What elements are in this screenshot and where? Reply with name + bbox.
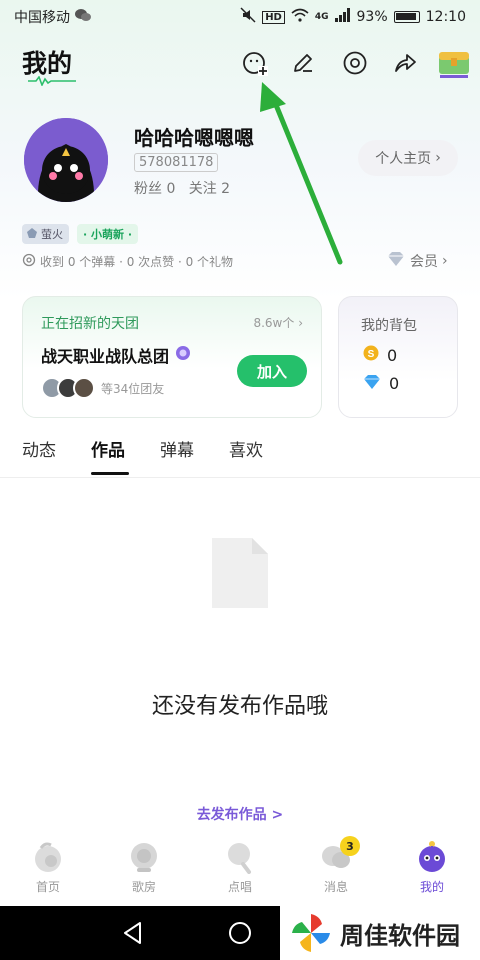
chevron-right-icon: ›: [298, 316, 303, 330]
title-wave-decoration: [28, 76, 76, 86]
empty-message: 还没有发布作品哦: [151, 694, 328, 719]
firefly-icon: [26, 227, 38, 242]
group-name-row: 战天职业战队总团: [41, 343, 191, 367]
group-name: 战天职业战队总团: [41, 347, 170, 366]
clock: 12:10: [425, 9, 466, 25]
watermark-logo-icon: [292, 914, 330, 952]
diamond-row: 0: [363, 374, 399, 393]
my-bag-card[interactable]: 我的背包 S 0 0: [338, 296, 458, 418]
group-level-icon: [175, 345, 191, 365]
level-badge-label: 萤火: [41, 228, 63, 241]
newbie-badge[interactable]: · 小萌新 ·: [77, 224, 139, 244]
chevron-right-icon: ›: [435, 150, 441, 166]
blue-diamond-icon: [363, 374, 381, 393]
coin-row: S 0: [363, 345, 397, 365]
following-count[interactable]: 关注 2: [189, 181, 230, 197]
share-icon[interactable]: [390, 48, 420, 78]
join-button[interactable]: 加入: [237, 355, 307, 387]
home-circle-icon[interactable]: [227, 920, 253, 946]
vip-label: 会员: [410, 254, 438, 270]
publish-works-link[interactable]: 去发布作品 >: [0, 804, 480, 824]
status-bar: 中国移动 HD 4G 93% 12:10: [0, 0, 480, 34]
content-tabs: 动态 作品 弹幕 喜欢: [0, 432, 480, 478]
svg-text:S: S: [368, 349, 375, 360]
mute-icon: [240, 7, 256, 27]
edit-icon[interactable]: [288, 48, 318, 78]
battery-icon: [393, 11, 420, 23]
nav-request-song[interactable]: 点唱: [200, 840, 280, 895]
treasure-chest-icon[interactable]: [436, 44, 472, 80]
group-count-label: 8.6w个: [253, 316, 295, 330]
diamond-count: 0: [389, 374, 400, 393]
song-room-icon: [131, 843, 157, 872]
group-members: 等34位团友: [41, 377, 164, 399]
homepage-button-label: 个人主页: [375, 151, 432, 167]
network-type: 4G: [314, 12, 329, 22]
homepage-button[interactable]: 个人主页 ›: [358, 140, 458, 176]
group-card-heading: 正在招新的天团: [41, 316, 139, 332]
member-count: 等34位团友: [101, 381, 165, 396]
empty-document-icon: [212, 538, 268, 608]
nav-request-song-label: 点唱: [227, 880, 252, 894]
badge-row: 萤火 · 小萌新 ·: [22, 224, 139, 244]
me-mascot-icon: [419, 841, 445, 872]
nav-messages[interactable]: 3 消息: [296, 836, 376, 895]
bottom-navigation: 首页 歌房 点唱 3 消息 我的: [0, 830, 480, 906]
nav-messages-label: 消息: [323, 880, 348, 894]
home-icon: [35, 842, 61, 872]
bag-title: 我的背包: [361, 318, 417, 334]
signal-icon: [334, 8, 351, 26]
fans-count[interactable]: 粉丝 0: [134, 181, 175, 197]
nav-song-room[interactable]: 歌房: [104, 840, 184, 895]
avatar[interactable]: [24, 118, 108, 202]
level-badge[interactable]: 萤火: [22, 224, 69, 244]
tab-likes[interactable]: 喜欢: [229, 436, 263, 461]
message-badge: 3: [340, 836, 360, 856]
page-header: 我的: [0, 38, 480, 88]
wifi-icon: [291, 8, 309, 26]
stats-text: 收到 0 个弹幕 · 0 次点赞 · 0 个礼物: [40, 255, 234, 269]
wechat-icon: [74, 8, 92, 26]
vip-link[interactable]: 会员 ›: [386, 251, 448, 271]
diamond-icon: [386, 251, 406, 271]
nav-me-label: 我的: [419, 880, 444, 894]
username: 哈哈哈嗯嗯嗯: [134, 126, 254, 150]
watermark-text: 周佳软件园: [340, 921, 460, 950]
battery-percent: 93%: [356, 9, 388, 25]
tab-works[interactable]: 作品: [91, 436, 125, 461]
tab-danmaku[interactable]: 弹幕: [160, 436, 194, 461]
chevron-right-icon: ›: [442, 253, 448, 269]
group-count[interactable]: 8.6w个 ›: [253, 314, 303, 331]
tab-activity[interactable]: 动态: [22, 436, 56, 461]
coin-icon: S: [363, 345, 379, 365]
nav-home[interactable]: 首页: [8, 840, 88, 895]
carrier-label: 中国移动: [14, 10, 70, 26]
user-id[interactable]: 578081178: [134, 153, 219, 172]
watermark: 周佳软件园: [280, 906, 480, 960]
stats-icon: [22, 253, 36, 270]
member-avatar: [73, 377, 95, 399]
nav-song-room-label: 歌房: [131, 880, 156, 894]
coin-count: 0: [387, 345, 398, 365]
settings-icon[interactable]: [340, 48, 370, 78]
page-title: 我的: [22, 49, 73, 78]
recruiting-group-card[interactable]: 正在招新的天团 8.6w个 › 战天职业战队总团 等34位团友 加入: [22, 296, 322, 418]
microphone-icon: [228, 843, 251, 874]
nav-home-label: 首页: [35, 880, 60, 894]
back-icon[interactable]: [120, 920, 146, 946]
interaction-stats: 收到 0 个弹幕 · 0 次点赞 · 0 个礼物: [22, 253, 233, 270]
hd-icon: HD: [262, 10, 285, 24]
active-tab-indicator: [91, 472, 129, 475]
add-friend-icon[interactable]: [240, 48, 270, 78]
follow-stats: 粉丝 0 关注 2: [134, 178, 230, 198]
nav-me[interactable]: 我的: [392, 840, 472, 895]
